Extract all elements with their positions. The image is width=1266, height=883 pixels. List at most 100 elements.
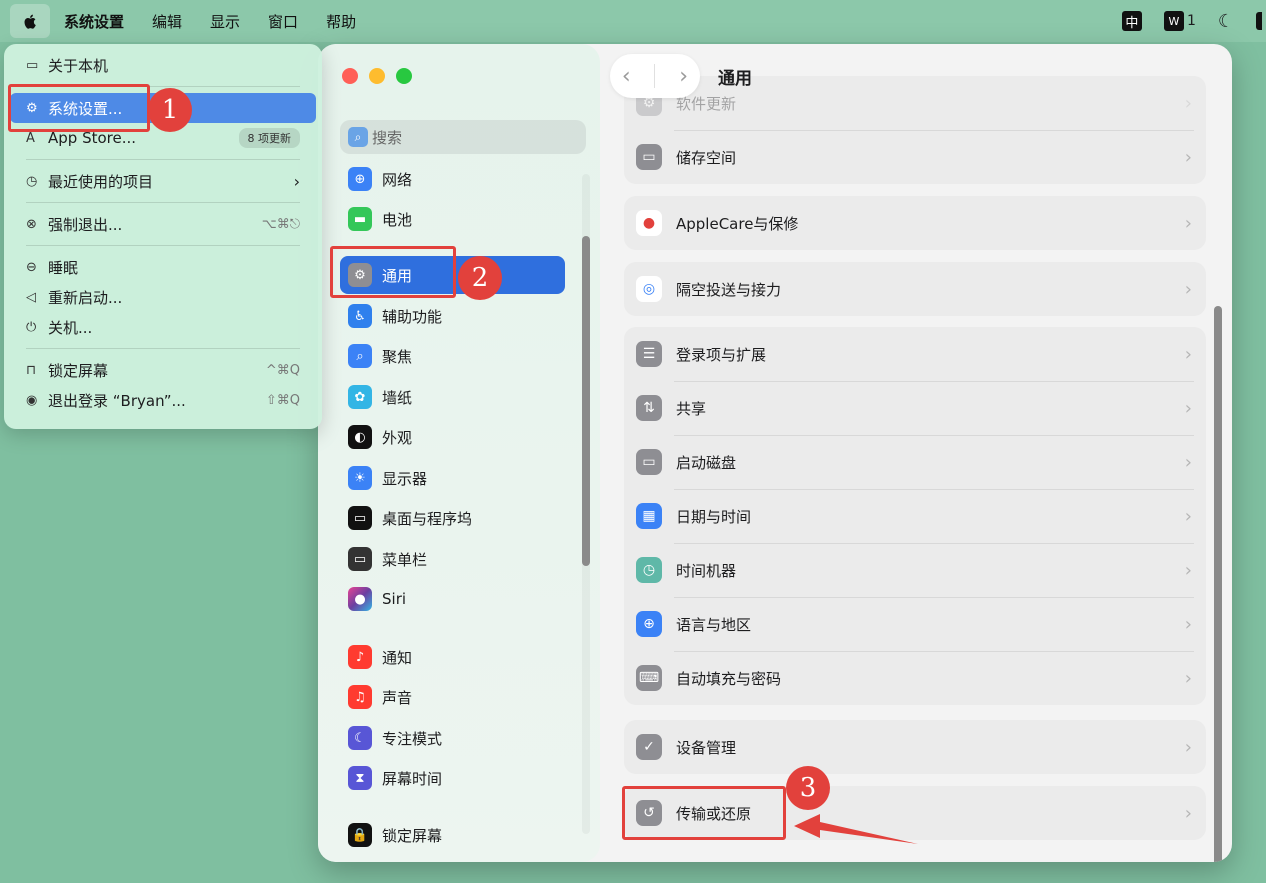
menu-window[interactable]: 窗口 [254,0,312,42]
row-label: 设备管理 [676,738,737,757]
row-startup-disk[interactable]: ▭ 启动磁盘 › [624,435,1206,489]
highlight-box-1 [8,84,150,132]
row-label: 自动填充与密码 [676,669,782,688]
siri-icon: ● [348,587,372,611]
main-scrollbar[interactable] [1212,114,1224,862]
sidebar-item-notifications[interactable]: ♪ 通知 [340,638,565,676]
menu-system-settings[interactable]: 系统设置 [50,0,138,42]
annotation-arrow [794,814,918,844]
menu-help[interactable]: 帮助 [312,0,370,42]
row-device-management[interactable]: ✓ 设备管理 › [624,720,1206,774]
sidebar-item-label: 电池 [382,210,413,229]
menu-item-about[interactable]: ▭ 关于本机 [10,50,316,80]
menu-item-restart[interactable]: ◁ 重新启动... [10,282,316,312]
menu-divider [26,202,300,203]
menu-edit[interactable]: 编辑 [138,0,196,42]
menu-item-label: 最近使用的项目 [48,172,154,191]
row-login-items[interactable]: ☰ 登录项与扩展 › [624,327,1206,381]
battery-icon: ▬ [348,207,372,231]
menu-view[interactable]: 显示 [196,0,254,42]
chevron-right-icon: › [1184,146,1192,168]
menu-item-shutdown[interactable]: ⏻ 关机... [10,312,316,342]
restart-icon: ◁ [26,289,36,305]
menu-divider [26,348,300,349]
sidebar-item-label: 外观 [382,428,413,447]
menu-item-label: 锁定屏幕 [48,361,109,380]
magnifier-icon: ⌕ [348,344,372,368]
zoom-button[interactable] [396,68,412,84]
sidebar-item-sound[interactable]: ♫ 声音 [340,678,565,716]
row-date-time[interactable]: ▦ 日期与时间 › [624,489,1206,543]
sidebar-scrollbar[interactable] [582,174,590,834]
shortcut-label: ^⌘Q [265,362,300,378]
search-input[interactable]: ⌕ 搜索 [340,120,586,154]
sidebar-item-label: 辅助功能 [382,307,443,326]
settings-group-device-management: ✓ 设备管理 › [624,720,1206,774]
back-button[interactable]: ‹ [622,64,631,89]
window-controls [342,68,412,84]
sidebar-item-accessibility[interactable]: ♿ 辅助功能 [340,297,565,335]
calendar-icon: ▦ [636,503,662,529]
row-language-region[interactable]: ⊕ 语言与地区 › [624,597,1206,651]
sidebar-item-menubar[interactable]: ▭ 菜单栏 [340,540,565,578]
row-applecare[interactable]: ● AppleCare与保修 › [624,196,1206,250]
forward-button[interactable]: › [679,64,688,89]
menu-item-lock-screen[interactable]: ⊓ 锁定屏幕 ^⌘Q [10,355,316,385]
bell-icon: ♪ [348,645,372,669]
sidebar-item-label: 显示器 [382,469,428,488]
row-airdrop[interactable]: ◎ 隔空投送与接力 › [624,262,1206,316]
row-label: 软件更新 [676,94,737,113]
menu-item-force-quit[interactable]: ⊗ 强制退出... ⌥⌘⎋ [10,209,316,239]
moon-icon: ☾ [348,726,372,750]
input-method-icon[interactable]: 中 [1121,11,1142,31]
nav-divider [654,64,656,88]
globe-icon: ⊕ [348,167,372,191]
globe-icon: ⊕ [636,611,662,637]
minimize-button[interactable] [369,68,385,84]
shortcut-label: ⇧⌘Q [265,392,300,408]
sidebar-item-displays[interactable]: ☀ 显示器 [340,459,565,497]
sidebar-scrollbar-thumb[interactable] [582,236,590,566]
sidebar-item-network[interactable]: ⊕ 网络 [340,160,565,198]
sidebar-item-appearance[interactable]: ◐ 外观 [340,418,565,456]
dark-mode-icon[interactable]: ☾ [1218,11,1234,32]
menubar-icon: ▭ [348,547,372,571]
wps-status[interactable]: W 1 [1163,11,1196,31]
row-autofill-passwords[interactable]: ⌨ 自动填充与密码 › [624,651,1206,705]
row-label: 时间机器 [676,561,737,580]
sidebar-item-screen-time[interactable]: ⧗ 屏幕时间 [340,759,565,797]
sidebar-item-focus[interactable]: ☾ 专注模式 [340,719,565,757]
chevron-right-icon: › [1184,278,1192,300]
sidebar-item-spotlight[interactable]: ⌕ 聚焦 [340,337,565,375]
sidebar-item-battery[interactable]: ▬ 电池 [340,200,565,238]
chevron-right-icon: › [1184,451,1192,473]
chevron-right-icon: › [1184,802,1192,824]
notification-icon[interactable] [1256,12,1262,30]
main-scrollbar-thumb[interactable] [1214,306,1222,862]
menu-item-recent[interactable]: ◷ 最近使用的项目 › [10,166,316,196]
chevron-right-icon: › [1184,92,1192,114]
row-sharing[interactable]: ⇅ 共享 › [624,381,1206,435]
close-button[interactable] [342,68,358,84]
chevron-right-icon: › [1184,667,1192,689]
shortcut-label: ⌥⌘⎋ [261,216,300,232]
hourglass-icon: ⧗ [348,766,372,790]
row-storage[interactable]: ▭ 储存空间 › [624,130,1206,184]
row-time-machine[interactable]: ◷ 时间机器 › [624,543,1206,597]
key-icon: ⌨ [636,665,662,691]
apple-logo-icon[interactable] [10,4,50,38]
sidebar-item-label: 锁定屏幕 [382,826,443,845]
row-software-update[interactable]: ⚙ 软件更新 › [624,76,1206,130]
sidebar-item-lock-screen[interactable]: 🔒 锁定屏幕 [340,816,565,854]
sidebar-item-siri[interactable]: ● Siri [340,580,565,618]
menu-item-label: 退出登录 “Bryan”... [48,391,186,410]
sidebar-item-desktop-dock[interactable]: ▭ 桌面与程序坞 [340,499,565,537]
chevron-right-icon: › [1184,559,1192,581]
menu-item-label: 关机... [48,318,93,337]
sidebar-item-wallpaper[interactable]: ✿ 墙纸 [340,378,565,416]
dock-icon: ▭ [348,506,372,530]
menu-item-sleep[interactable]: ⊖ 睡眠 [10,252,316,282]
sidebar-item-label: 声音 [382,688,413,707]
main-content: ⚙ 软件更新 › ▭ 储存空间 › ‹ › 通用 ● AppleCare与保修 … [600,44,1232,862]
menu-item-logout[interactable]: ◉ 退出登录 “Bryan”... ⇧⌘Q [10,385,316,415]
